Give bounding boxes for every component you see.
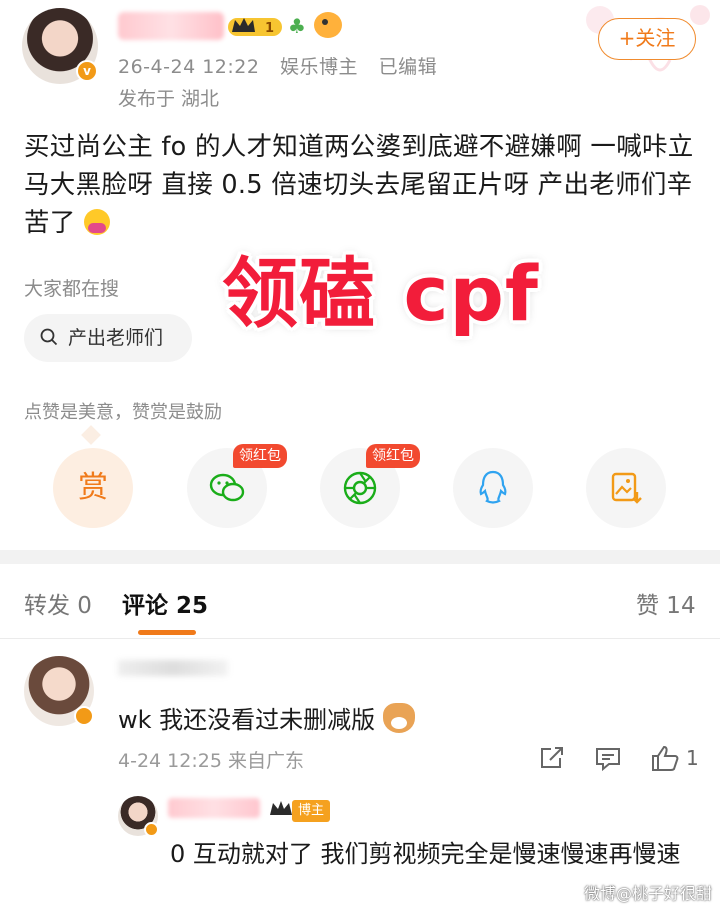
share-row: 赏 领红包 领红包: [0, 444, 720, 532]
tab-likes[interactable]: 赞 14: [636, 586, 696, 620]
active-tab-indicator: [138, 630, 196, 635]
post-location: 发布于 湖北: [118, 88, 220, 110]
author-category: 娱乐博主: [280, 56, 359, 78]
trending-search-label: 大家都在搜: [24, 278, 120, 300]
weibo-watermark: 微博@桃子好很甜: [584, 884, 713, 903]
post-text-content: 买过尚公主 fo 的人才知道两公婆到底避不避嫌啊 一喊咔立马大黑脸呀 直接 0.…: [24, 132, 694, 238]
doge-emoji-icon: [382, 703, 415, 733]
reply-author-verified-icon: [144, 822, 159, 837]
red-packet-badge-moments[interactable]: 领红包: [366, 444, 420, 468]
tab-comments[interactable]: 评论 25: [122, 586, 208, 620]
sprout-icon: ♣: [288, 14, 306, 38]
hug-emoji-icon: [84, 209, 111, 235]
verified-badge-icon: v: [76, 60, 98, 82]
red-packet-badge-wechat[interactable]: 领红包: [233, 444, 287, 468]
section-divider: [0, 550, 720, 564]
post-text: 买过尚公主 fo 的人才知道两公婆到底避不避嫌啊 一喊咔立马大黑脸呀 直接 0.…: [24, 128, 700, 242]
tab-repost[interactable]: 转发 0: [24, 586, 92, 620]
author-level-text: 1: [265, 21, 274, 36]
moments-icon: [343, 471, 377, 505]
commenter-name-blurred[interactable]: [118, 660, 228, 676]
comment-text-content: wk 我还没看过未删减版: [118, 706, 376, 734]
blogger-tag: 博主: [292, 800, 331, 822]
tabs-divider: [0, 638, 720, 639]
overlay-caption: 领磕 cpf: [222, 249, 539, 338]
reward-hint: 点赞是美意，赞赏是鼓励: [24, 402, 222, 423]
hint-pointer: [81, 425, 101, 445]
reply-comment-icon[interactable]: [594, 744, 622, 772]
interaction-tabs: 转发 0 评论 25 赞 14: [0, 586, 720, 636]
reply-author-name-blurred[interactable]: [168, 798, 260, 818]
save-image-icon: [611, 472, 642, 504]
comment-text: wk 我还没看过未删减版: [118, 700, 415, 735]
reward-button[interactable]: 赏: [53, 448, 133, 528]
follow-button[interactable]: +关注: [598, 18, 696, 60]
post-timestamp: 26-4-24 12:22: [118, 56, 260, 78]
trending-search-chip-label: 产出老师们: [68, 327, 164, 349]
trending-search-chip[interactable]: 产出老师们: [24, 314, 192, 362]
commenter-verified-icon: [74, 706, 94, 726]
like-comment-icon[interactable]: [650, 744, 680, 772]
qq-icon: [479, 470, 507, 504]
author-name-blurred[interactable]: [118, 12, 224, 40]
search-icon: [40, 328, 58, 346]
reply-crown-icon: [270, 801, 292, 815]
edited-label[interactable]: 已编辑: [379, 56, 438, 78]
save-image-button[interactable]: [586, 448, 666, 528]
repost-comment-icon[interactable]: [538, 744, 566, 772]
post-meta: 26-4-24 12:22 娱乐博主 已编辑: [118, 52, 451, 79]
pufferfish-icon: [314, 12, 342, 38]
share-qq-button[interactable]: [453, 448, 533, 528]
comment-like-count: 1: [686, 746, 699, 770]
crown-level-badge-icon: 1: [228, 18, 282, 36]
comment-meta: 4-24 12:25 来自广东: [118, 750, 304, 772]
reply-text: 0 互动就对了 我们剪视频完全是慢速慢速再慢速: [170, 840, 681, 868]
reward-label: 赏: [78, 470, 108, 505]
wechat-icon: [209, 473, 245, 502]
